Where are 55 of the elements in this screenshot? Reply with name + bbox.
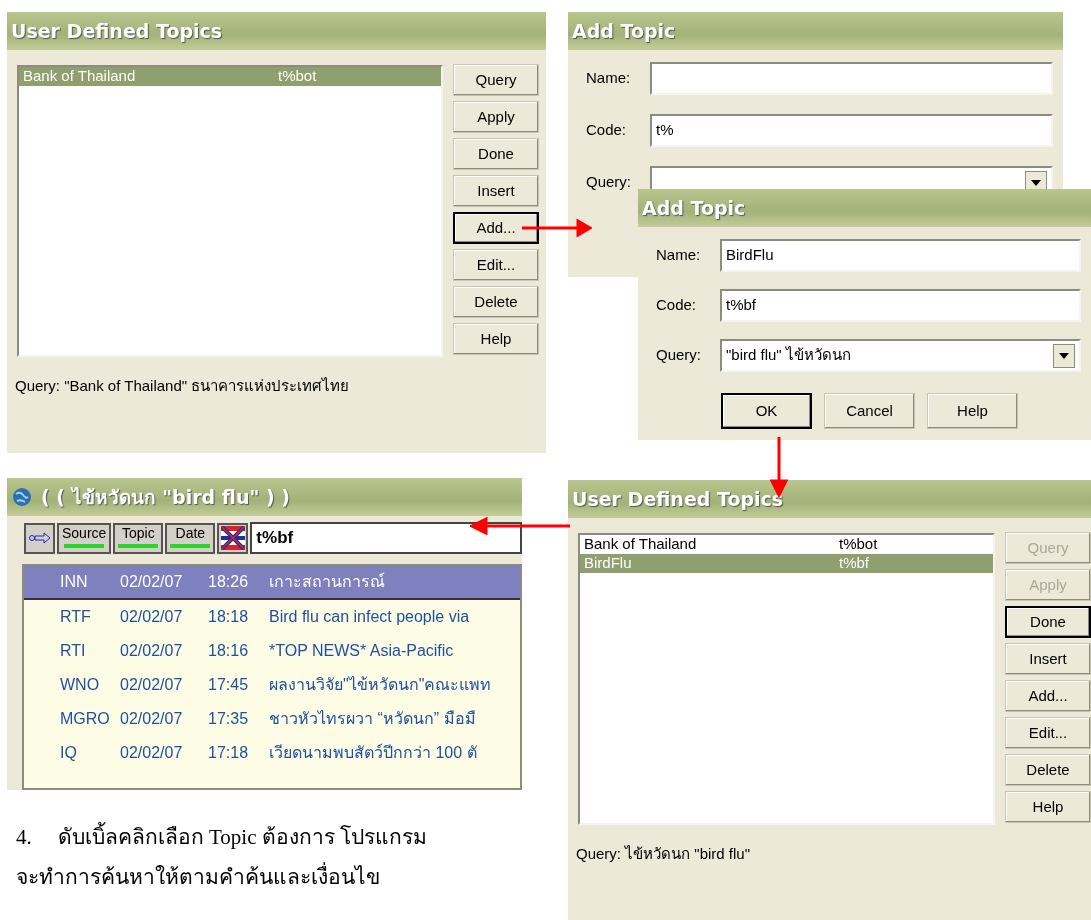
input-field[interactable]: t%bf	[720, 289, 1081, 322]
instruction-text: ดับเบิ้ลคลิกเลือก Topic ต้องการ โปรแกรม	[57, 822, 428, 852]
field-label: Code:	[586, 120, 628, 141]
field-label: Query:	[586, 172, 632, 193]
dialog-button[interactable]: Cancel	[824, 393, 915, 429]
combo-box[interactable]: "bird flu" ไข้หวัดนก	[720, 339, 1081, 372]
news-row[interactable]: IQ 02/02/07 17:18 เวียดนามพบสัตว์ปีกกว่า 100 ตั	[24, 736, 520, 770]
step-number: 4.	[16, 824, 32, 851]
filter-button[interactable]: Date	[165, 522, 216, 554]
field-label: Query:	[656, 345, 702, 366]
arrow-right-icon	[27, 532, 52, 544]
news-row[interactable]: MGRO 02/02/07 17:35 ชาวหัวไทรผวา “หวัดนก” มือมื	[24, 702, 520, 736]
go-button[interactable]	[24, 522, 55, 554]
dialog-button[interactable]: Delete	[1005, 754, 1091, 786]
dialog-button[interactable]: Help	[453, 323, 539, 355]
input-field[interactable]: BirdFlu	[720, 239, 1081, 272]
news-row[interactable]: RTF 02/02/07 18:18 Bird flu can infect people via	[24, 600, 520, 634]
window-title: User Defined Topics	[572, 486, 784, 512]
query-text: Query: ไข้หวัดนก "bird flu"	[576, 844, 752, 864]
dialog-button[interactable]: Add...	[1005, 680, 1091, 712]
dialog-button[interactable]: Add...	[453, 212, 539, 244]
news-row[interactable]: WNO 02/02/07 17:45 ผลงานวิจัย"ไข้หวัดนก"คณะแพท	[24, 668, 520, 702]
globe-icon	[11, 486, 33, 508]
flag-icon	[220, 526, 245, 550]
input-field[interactable]: t%	[650, 114, 1053, 147]
input-field[interactable]	[650, 62, 1053, 95]
dialog-button[interactable]: Insert	[453, 175, 539, 207]
dialog-button[interactable]: Edit...	[1005, 717, 1091, 749]
window-title: User Defined Topics	[11, 18, 223, 44]
window-title: ( ( ไข้หวัดนก "bird flu" ) )	[41, 484, 290, 510]
field-label: Name:	[586, 68, 632, 89]
topic-row[interactable]: Bank of Thailand t%bot	[580, 535, 993, 554]
dialog-button[interactable]: Delete	[453, 286, 539, 318]
arrow	[522, 219, 592, 237]
window-title: Add Topic	[572, 18, 676, 44]
dialog-button[interactable]: Done	[1005, 606, 1091, 638]
window-title: Add Topic	[642, 195, 746, 221]
query-text: Query: "Bank of Thailand" ธนาคารแห่งประเทศไทย	[15, 376, 351, 396]
field-label: Name:	[656, 245, 702, 266]
dialog-button[interactable]: Query	[453, 64, 539, 96]
dialog-button[interactable]: Edit...	[453, 249, 539, 281]
news-row[interactable]: INN 02/02/07 18:26 เกาะสถานการณ์	[24, 566, 520, 600]
filter-button[interactable]: Source	[57, 522, 112, 554]
dialog-button[interactable]: Help	[927, 393, 1018, 429]
dialog-button[interactable]: Insert	[1005, 643, 1091, 675]
code-field[interactable]: t%bf	[250, 522, 522, 554]
news-row[interactable]: RTI 02/02/07 18:16 *TOP NEWS* Asia-Pacific	[24, 634, 520, 668]
dialog-button[interactable]: Apply	[453, 101, 539, 133]
filter-button[interactable]: Topic	[113, 522, 164, 554]
dialog-button[interactable]: Done	[453, 138, 539, 170]
dialog-button[interactable]: Help	[1005, 791, 1091, 823]
dialog-button[interactable]: OK	[721, 393, 812, 429]
instruction-text: จะทำการค้นหาให้ตามคำค้นและเงื่อนไข	[16, 862, 428, 892]
language-flag-button[interactable]	[217, 522, 249, 554]
field-label: Code:	[656, 295, 698, 316]
